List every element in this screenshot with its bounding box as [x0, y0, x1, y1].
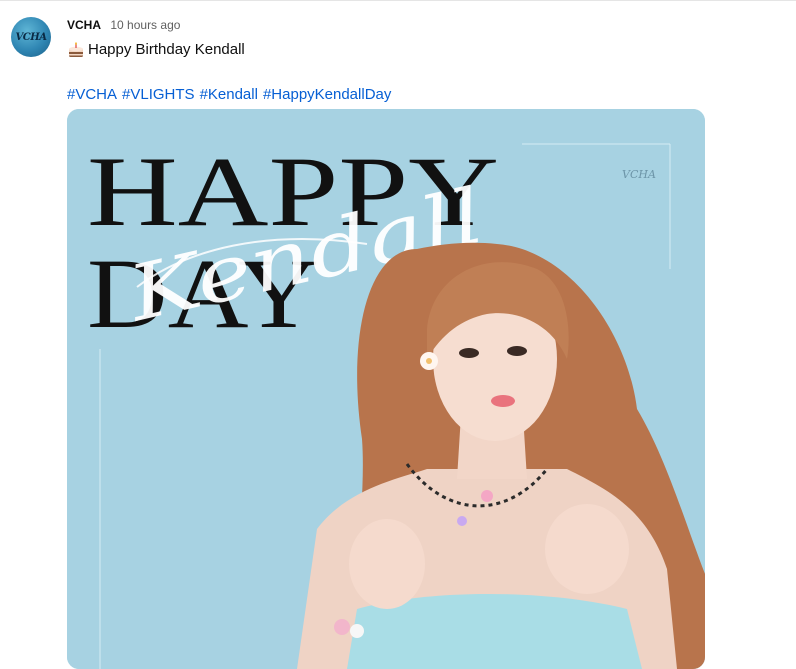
- hashtag-link[interactable]: #VLIGHTS: [122, 86, 195, 103]
- post-meta: VCHA 10 hours ago: [67, 18, 180, 32]
- top-divider: [0, 0, 796, 1]
- avatar-logo-text: VCHA: [15, 31, 47, 43]
- hashtag-list: #VCHA #VLIGHTS #Kendall #HappyKendallDay: [67, 85, 396, 105]
- birthday-poster: VCHA HAPPY DAY Kendall: [67, 109, 705, 669]
- hashtag-link[interactable]: #VCHA: [67, 86, 117, 103]
- post-timestamp[interactable]: 10 hours ago: [110, 18, 180, 32]
- author-name[interactable]: VCHA: [67, 18, 101, 32]
- birthday-cake-icon: [67, 42, 85, 58]
- post-image[interactable]: VCHA HAPPY DAY Kendall: [67, 109, 705, 669]
- hashtag-link[interactable]: #Kendall: [200, 86, 258, 103]
- hashtag-link[interactable]: #HappyKendallDay: [263, 86, 391, 103]
- post-text: Happy Birthday Kendall: [67, 40, 245, 60]
- channel-avatar[interactable]: VCHA: [11, 17, 51, 57]
- post-text-content: Happy Birthday Kendall: [88, 41, 245, 58]
- poster-logo: VCHA: [622, 168, 656, 181]
